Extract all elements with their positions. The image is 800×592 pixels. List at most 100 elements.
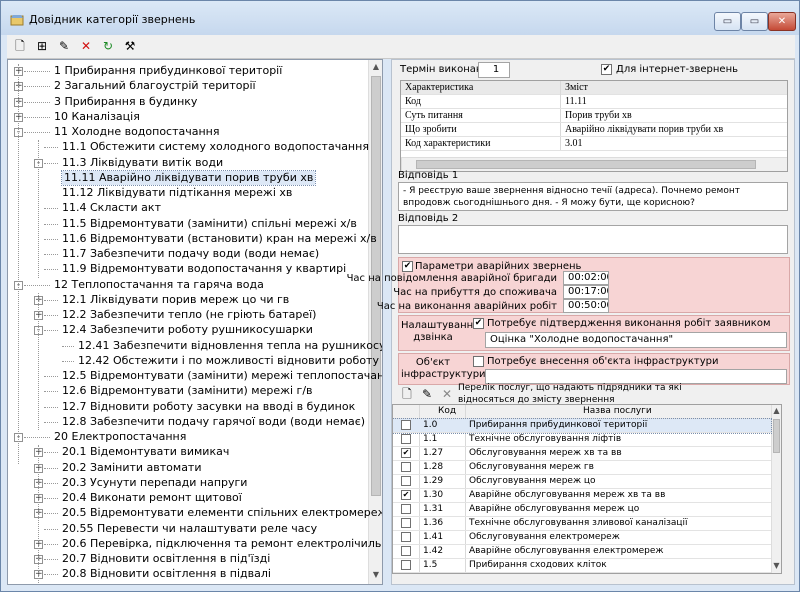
tree-node[interactable]: 12.42 Обстежити і по можливості відновит… bbox=[78, 354, 382, 368]
service-row[interactable]: 1.1 Технічне обслуговування ліфтів bbox=[393, 433, 771, 447]
tree-node[interactable]: 20.6 Перевірка, підключення та ремонт ел… bbox=[62, 537, 382, 551]
services-table[interactable]: Код Назва послуги ▲ ▼ 1.0 Прибирання приб… bbox=[392, 404, 782, 574]
service-checkbox[interactable] bbox=[401, 518, 411, 528]
svc-edit-button[interactable]: ✎ bbox=[418, 386, 436, 403]
emergency-checkbox[interactable]: ✔ bbox=[402, 261, 413, 272]
edit-button[interactable]: ✎ bbox=[55, 38, 73, 55]
scroll-up-icon[interactable]: ▲ bbox=[369, 62, 382, 71]
tree-node[interactable]: 12 Теплопостачання та гаряча вода bbox=[54, 278, 264, 292]
tree-node[interactable]: 20.5 Відремонтувати елементи спільних ел… bbox=[62, 506, 382, 520]
service-row[interactable]: 1.41 Обслуговування електромереж bbox=[393, 531, 771, 545]
tree-node[interactable]: 20.7 Відновити освітлення в під'їзді bbox=[62, 552, 270, 566]
tools-button[interactable]: ⚒ bbox=[121, 38, 139, 55]
tree-add-button[interactable]: ⊞ bbox=[33, 38, 51, 55]
characteristics-row[interactable]: Код характеристики 3.01 bbox=[401, 137, 787, 151]
internet-checkbox[interactable]: ✔ bbox=[601, 64, 612, 75]
title-bar[interactable]: Довідник категорії звернень ▭ ▭ ✕ bbox=[1, 1, 799, 35]
refresh-button[interactable]: ↻ bbox=[99, 38, 117, 55]
category-tree[interactable]: ▲ ▼ +1 Прибирання прибудинкової територі… bbox=[7, 59, 383, 585]
tree-node[interactable]: 12.5 Відремонтувати (замінити) мережі те… bbox=[62, 369, 382, 383]
tree-node[interactable]: 20 Електропостачання bbox=[54, 430, 186, 444]
service-checkbox[interactable] bbox=[401, 560, 411, 570]
tree-node[interactable]: 3 Прибирання в будинку bbox=[54, 95, 197, 109]
tree-node[interactable]: 12.41 Забезпечити відновлення тепла на р… bbox=[78, 339, 382, 353]
characteristics-table[interactable]: Характеристика Зміст Код 11.11 Суть питанн… bbox=[400, 80, 788, 172]
service-checkbox[interactable]: ✔ bbox=[401, 448, 411, 458]
confirm-checkbox[interactable]: ✔ bbox=[473, 318, 484, 329]
service-row[interactable]: 1.31 Аварійне обслуговування мереж цо bbox=[393, 503, 771, 517]
tree-connector bbox=[44, 330, 58, 332]
characteristics-row[interactable]: Що зробити Аварійно ліквідувати порив тру… bbox=[401, 123, 787, 137]
close-button[interactable]: ✕ bbox=[768, 12, 796, 31]
characteristics-row[interactable]: Суть питання Порив труби хв bbox=[401, 109, 787, 123]
service-row[interactable]: ✔ 1.30 Аварійне обслуговування мереж хв та… bbox=[393, 489, 771, 503]
tree-node[interactable]: 12.6 Відремонтувати (замінити) мережі г/… bbox=[62, 384, 313, 398]
tree-node[interactable]: 11 Холодне водопостачання bbox=[54, 125, 220, 139]
tree-node[interactable]: 20.4 Виконати ремонт щитової bbox=[62, 491, 242, 505]
tree-node[interactable]: 11.3 Ліквідувати витік води bbox=[62, 156, 223, 170]
service-row[interactable]: 1.42 Аварійне обслуговування електромереж bbox=[393, 545, 771, 559]
term-input[interactable]: 1 bbox=[478, 62, 510, 78]
tree-scroll-thumb[interactable] bbox=[371, 76, 381, 496]
svc-scroll-thumb[interactable] bbox=[773, 419, 780, 453]
service-row[interactable]: 1.0 Прибирання прибудинкової території bbox=[393, 418, 772, 434]
delete-button[interactable]: ✕ bbox=[77, 38, 95, 55]
pane-splitter[interactable] bbox=[383, 59, 391, 585]
service-checkbox[interactable] bbox=[401, 476, 411, 486]
time-input[interactable]: 00:02:00 bbox=[563, 271, 609, 285]
tree-node[interactable]: 20.8 Відновити освітлення в підвалі bbox=[62, 567, 271, 581]
minimize-button[interactable]: ▭ bbox=[714, 12, 741, 31]
service-checkbox[interactable] bbox=[401, 462, 411, 472]
svc-add-button[interactable]: 🗋 bbox=[398, 386, 416, 403]
service-checkbox[interactable] bbox=[401, 532, 411, 542]
char-hscroll-thumb[interactable] bbox=[416, 160, 756, 169]
services-scrollbar[interactable]: ▲ ▼ bbox=[771, 405, 781, 573]
characteristics-row[interactable]: Код 11.11 bbox=[401, 95, 787, 109]
object-checkbox[interactable] bbox=[473, 356, 484, 367]
service-checkbox[interactable] bbox=[401, 504, 411, 514]
service-row[interactable]: 1.29 Обслуговування мереж цо bbox=[393, 475, 771, 489]
tree-node[interactable]: 12.2 Забезпечити тепло (не гріють батаре… bbox=[62, 308, 316, 322]
tree-node[interactable]: 2 Загальний благоустрій території bbox=[54, 79, 256, 93]
tree-node[interactable]: 11.11 Аварійно ліквідувати порив труби х… bbox=[60, 169, 317, 186]
tree-node[interactable]: 11.4 Скласти акт bbox=[62, 201, 161, 215]
service-name: Прибирання сходових кліток bbox=[469, 560, 607, 570]
maximize-button[interactable]: ▭ bbox=[741, 12, 768, 31]
new-document-button[interactable]: 🗋 bbox=[11, 38, 29, 55]
tree-node[interactable]: 11.9 Відремонтувати водопостачання у ква… bbox=[62, 262, 346, 276]
time-input[interactable]: 00:50:00 bbox=[563, 299, 609, 313]
tree-node[interactable]: 12.1 Ліквідувати порив мереж цо чи гв bbox=[62, 293, 289, 307]
service-row[interactable]: ✔ 1.27 Обслуговування мереж хв та вв bbox=[393, 447, 771, 461]
time-input[interactable]: 00:17:00 bbox=[563, 285, 609, 299]
svc-scroll-down-icon[interactable]: ▼ bbox=[772, 561, 781, 570]
answer2-text[interactable] bbox=[398, 225, 788, 254]
svc-delete-button[interactable]: ✕ bbox=[438, 386, 456, 403]
service-checkbox[interactable]: ✔ bbox=[401, 490, 411, 500]
service-row[interactable]: 1.36 Технічне обслуговування зливової кан… bbox=[393, 517, 771, 531]
service-row[interactable]: 1.28 Обслуговування мереж гв bbox=[393, 461, 771, 475]
answer1-text[interactable]: - Я реєструю ваше звернення відносно теч… bbox=[398, 182, 788, 211]
tree-node[interactable]: 11.1 Обстежити систему холодного водопос… bbox=[62, 140, 369, 154]
tree-node[interactable]: 1 Прибирання прибудинкової території bbox=[54, 64, 282, 78]
service-row[interactable]: 1.5 Прибирання сходових кліток bbox=[393, 559, 771, 573]
confirm-value[interactable]: Оцінка "Холодне водопостачання" bbox=[485, 332, 787, 348]
tree-node[interactable]: 12.7 Відновити роботу засувки на вводі в… bbox=[62, 400, 355, 414]
service-checkbox[interactable] bbox=[401, 420, 411, 430]
service-checkbox[interactable] bbox=[401, 546, 411, 556]
tree-node[interactable]: 10 Каналізація bbox=[54, 110, 140, 124]
tree-node[interactable]: 11.5 Відремонтувати (замінити) спільні м… bbox=[62, 217, 357, 231]
tree-node[interactable]: 12.8 Забезпечити подачу гарячої води (во… bbox=[62, 415, 365, 429]
tree-node[interactable]: 11.12 Ліквідувати підтікання мережі хв bbox=[62, 186, 292, 200]
scroll-down-icon[interactable]: ▼ bbox=[369, 570, 382, 579]
tree-node[interactable]: 20.2 Замінити автомати bbox=[62, 461, 202, 475]
char-hscrollbar[interactable] bbox=[401, 157, 787, 171]
tree-node[interactable]: 20.55 Перевести чи налаштувати реле часу bbox=[62, 522, 317, 536]
tree-node[interactable]: 12.4 Забезпечити роботу рушникосушарки bbox=[62, 323, 313, 337]
tree-node[interactable]: 20.3 Усунути перепади напруги bbox=[62, 476, 247, 490]
tree-node[interactable]: 20.1 Відемонтувати вимикач bbox=[62, 445, 229, 459]
service-checkbox[interactable] bbox=[401, 434, 411, 444]
tree-node[interactable]: 20.9 Відновити електропостачання в кварт… bbox=[62, 583, 331, 585]
tree-node[interactable]: 11.6 Відремонтувати (встановити) кран на… bbox=[62, 232, 377, 246]
tree-node[interactable]: 11.7 Забезпечити подачу води (води немає… bbox=[62, 247, 319, 261]
svc-scroll-up-icon[interactable]: ▲ bbox=[772, 406, 781, 415]
